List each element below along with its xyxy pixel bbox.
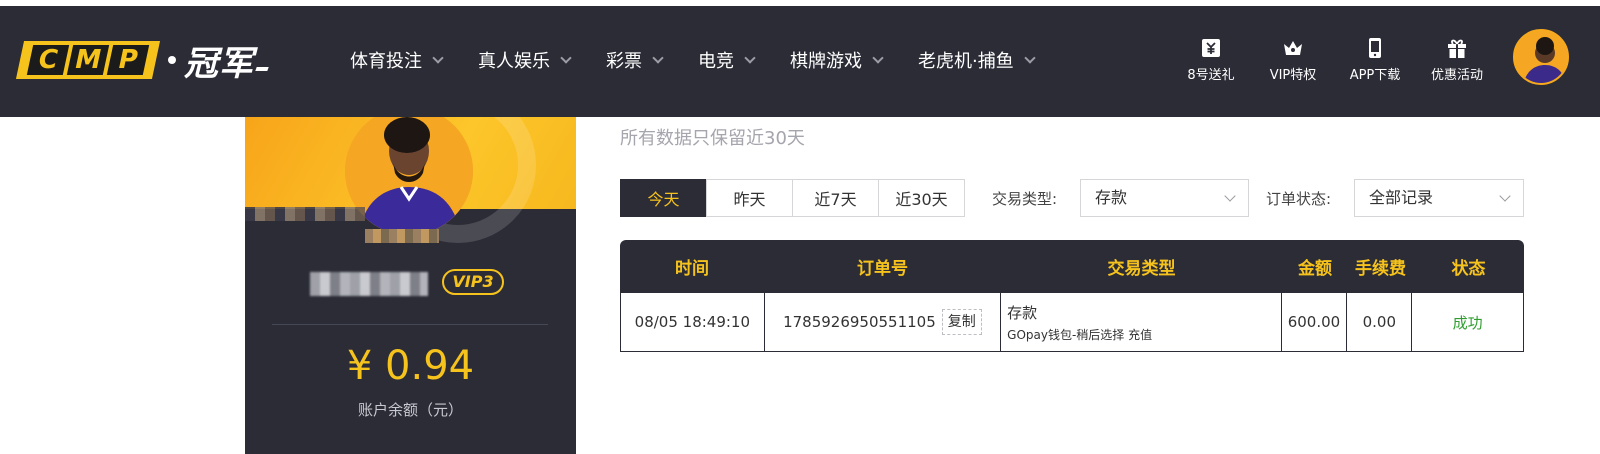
nav-item-lottery[interactable]: 彩票 [606, 47, 664, 73]
main-nav: 体育投注 真人娱乐 彩票 电竞 棋牌游戏 老虎机·捕鱼 [350, 42, 1070, 78]
shortcut-vip[interactable]: VIP特权 [1252, 36, 1334, 83]
logo[interactable]: C M P 冠军 [15, 38, 269, 84]
order-number: 1785926950551105 [783, 313, 936, 331]
shortcut-day8-gift[interactable]: 8号送礼 [1170, 36, 1252, 83]
gift-box-icon [1448, 39, 1466, 58]
redacted-mosaic [365, 229, 439, 243]
chevron-down-icon [744, 52, 756, 64]
shortcut-promotions[interactable]: 优惠活动 [1416, 36, 1498, 83]
redacted-mosaic [245, 207, 365, 221]
data-retention-notice: 所有数据只保留近30天 [620, 128, 805, 149]
nav-item-live-casino[interactable]: 真人娱乐 [478, 47, 572, 73]
user-avatar[interactable] [1513, 29, 1569, 85]
chevron-down-icon [1224, 190, 1236, 202]
cell-time: 08/05 18:49:10 [621, 293, 765, 351]
nav-item-label: 电竞 [698, 51, 734, 72]
transaction-type-detail: GOpay钱包-稍后选择 充值 [1007, 327, 1153, 342]
column-header-fee: 手续费 [1355, 259, 1406, 279]
transaction-type-select[interactable]: 存款 [1080, 179, 1249, 217]
gift-card-icon [1202, 39, 1220, 57]
shortcut-label: APP下载 [1349, 68, 1401, 83]
select-value: 存款 [1095, 188, 1128, 207]
logo-letter: C [26, 45, 70, 75]
account-balance-label: 账户余额（元） [357, 401, 463, 419]
account-balance: ¥ 0.94 [346, 343, 475, 389]
nav-item-slots-fishing[interactable]: 老虎机·捕鱼 [918, 47, 1036, 73]
transaction-type: 存款 [1007, 303, 1038, 322]
chevron-down-icon [1024, 52, 1036, 64]
nav-item-label: 体育投注 [350, 51, 422, 72]
column-header-type: 交易类型 [1107, 259, 1176, 279]
chevron-down-icon [432, 52, 444, 64]
avatar-image [1515, 31, 1567, 83]
crown-icon [1284, 41, 1302, 55]
shortcut-app-download[interactable]: APP下载 [1334, 36, 1416, 83]
profile-card: VIP3 ¥ 0.94 账户余额（元） [245, 117, 576, 454]
shortcut-label: 优惠活动 [1430, 68, 1483, 83]
order-status-label: 订单状态: [1266, 190, 1332, 208]
nav-item-label: 彩票 [606, 51, 642, 72]
chevron-down-icon [872, 52, 884, 64]
table-header: 时间 订单号 交易类型 金额 手续费 状态 [620, 240, 1524, 293]
nav-item-label: 真人娱乐 [478, 51, 550, 72]
divider [272, 324, 548, 325]
column-header-amount: 金额 [1298, 259, 1332, 279]
logo-letter: P [106, 45, 150, 75]
transaction-table: 时间 订单号 交易类型 金额 手续费 状态 08/05 18:49:10 178… [620, 240, 1524, 352]
cell-fee: 0.00 [1347, 293, 1413, 351]
transaction-type-label: 交易类型: [992, 190, 1058, 208]
cell-order-no: 1785926950551105 复制 [765, 293, 1002, 351]
chevron-down-icon [652, 52, 664, 64]
chevron-down-icon [560, 52, 572, 64]
select-value: 全部记录 [1369, 188, 1434, 207]
phone-icon [1369, 38, 1381, 58]
username-redacted [310, 272, 428, 296]
shortcut-label: 8号送礼 [1187, 68, 1235, 83]
nav-item-sports[interactable]: 体育投注 [350, 47, 444, 73]
cell-type: 存款 GOpay钱包-稍后选择 充值 [1001, 293, 1282, 351]
nav-item-card-games[interactable]: 棋牌游戏 [790, 47, 884, 73]
order-status-select[interactable]: 全部记录 [1354, 179, 1524, 217]
logo-letters: C M P [15, 41, 161, 79]
date-range-tabs: 今天 昨天 近7天 近30天 [620, 179, 965, 217]
logo-chinese-text: 冠军 [184, 43, 254, 84]
chevron-down-icon [1499, 190, 1511, 202]
logo-letter: M [66, 45, 110, 75]
column-header-time: 时间 [675, 259, 709, 279]
copy-button[interactable]: 复制 [941, 309, 982, 335]
vip-level-badge: VIP3 [442, 269, 504, 295]
tab-last-30-days[interactable]: 近30天 [878, 179, 965, 217]
shortcut-label: VIP特权 [1269, 68, 1317, 83]
tab-today[interactable]: 今天 [620, 179, 707, 217]
table-row: 08/05 18:49:10 1785926950551105 复制 存款 GO… [620, 293, 1524, 352]
tab-yesterday[interactable]: 昨天 [706, 179, 793, 217]
header-shortcuts: 8号送礼 VIP特权 APP下载 优惠活动 [1170, 36, 1498, 83]
logo-dash [255, 67, 269, 71]
column-header-order-no: 订单号 [857, 259, 908, 279]
column-header-status: 状态 [1451, 259, 1486, 279]
tab-last-7-days[interactable]: 近7天 [792, 179, 879, 217]
nav-item-label: 棋牌游戏 [790, 51, 862, 72]
top-navigation-bar: C M P 冠军 体育投注 真人娱乐 彩票 电竞 棋牌游戏 老虎机·捕鱼 8号送… [0, 0, 1600, 117]
cell-status: 成功 [1452, 313, 1483, 332]
cell-amount: 600.00 [1282, 293, 1348, 351]
nav-item-label: 老虎机·捕鱼 [918, 51, 1014, 72]
logo-dot [168, 56, 176, 64]
nav-item-esports[interactable]: 电竞 [698, 47, 756, 73]
